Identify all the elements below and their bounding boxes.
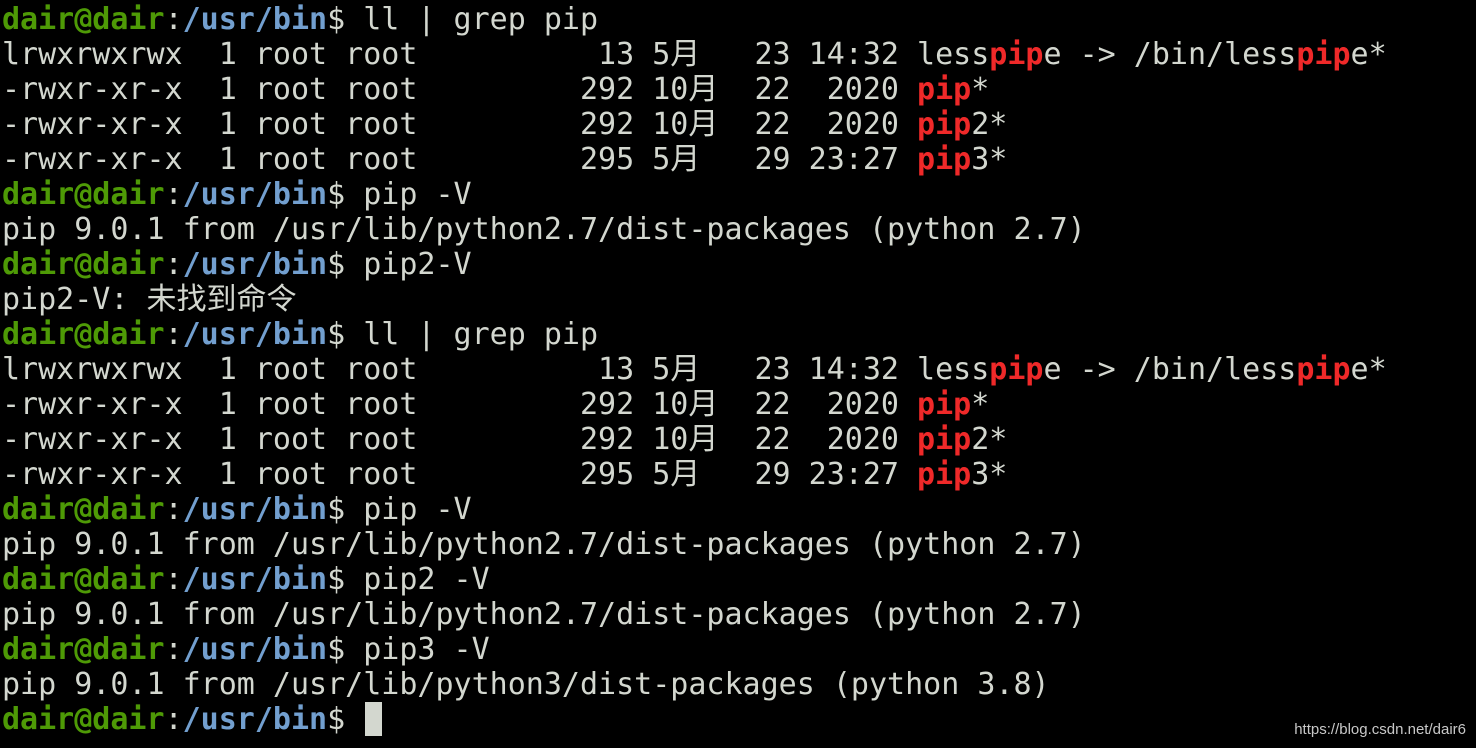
prompt-user-host: dair@dair (2, 247, 165, 282)
command-text: ll | grep pip (363, 2, 599, 37)
prompt-colon: : (164, 632, 183, 667)
output-text: e -> /bin/less (1043, 352, 1297, 387)
prompt-line: dair@dair:/usr/bin$ pip3 -V (2, 632, 1472, 667)
output-text: * (971, 387, 990, 422)
grep-match-text: pip (989, 37, 1044, 72)
prompt-dollar: $ (327, 317, 364, 352)
command-text: pip -V (363, 492, 472, 527)
output-text: pip2-V: 未找到命令 (2, 282, 297, 317)
output-text: e -> /bin/less (1043, 37, 1297, 72)
prompt-dollar: $ (327, 632, 364, 667)
command-text: ll | grep pip (363, 317, 599, 352)
command-text: pip2-V (363, 247, 472, 282)
prompt-line: dair@dair:/usr/bin$ pip -V (2, 177, 1472, 212)
prompt-line: dair@dair:/usr/bin$ (2, 702, 1472, 737)
watermark-url: https://blog.csdn.net/dair6 (1294, 721, 1466, 738)
prompt-dollar: $ (327, 702, 364, 737)
output-text: pip 9.0.1 from /usr/lib/python3/dist-pac… (2, 667, 1050, 702)
output-text: e* (1350, 352, 1387, 387)
output-text: pip 9.0.1 from /usr/lib/python2.7/dist-p… (2, 527, 1086, 562)
output-line: -rwxr-xr-x 1 root root 292 10月 22 2020 p… (2, 387, 1472, 422)
prompt-colon: : (164, 2, 183, 37)
grep-match-text: pip (1296, 352, 1351, 387)
output-text: -rwxr-xr-x 1 root root 292 10月 22 2020 (2, 72, 918, 107)
output-line: -rwxr-xr-x 1 root root 292 10月 22 2020 p… (2, 422, 1472, 457)
terminal-window[interactable]: dair@dair:/usr/bin$ ll | grep pip lrwxrwx… (2, 2, 1472, 746)
grep-match-text: pip (917, 387, 972, 422)
prompt-user-host: dair@dair (2, 702, 165, 737)
output-text: pip 9.0.1 from /usr/lib/python2.7/dist-p… (2, 597, 1086, 632)
prompt-line: dair@dair:/usr/bin$ pip2-V (2, 247, 1472, 282)
prompt-dollar: $ (327, 2, 364, 37)
output-text: -rwxr-xr-x 1 root root 295 5月 29 23:27 (2, 142, 918, 177)
prompt-colon: : (164, 702, 183, 737)
output-line: pip 9.0.1 from /usr/lib/python3/dist-pac… (2, 667, 1472, 702)
grep-match-text: pip (917, 142, 972, 177)
command-text: pip -V (363, 177, 472, 212)
command-text: pip3 -V (363, 632, 490, 667)
prompt-path: /usr/bin (182, 247, 328, 282)
output-line: pip 9.0.1 from /usr/lib/python2.7/dist-p… (2, 527, 1472, 562)
prompt-user-host: dair@dair (2, 492, 165, 527)
output-line: pip 9.0.1 from /usr/lib/python2.7/dist-p… (2, 597, 1472, 632)
output-text: e* (1350, 37, 1387, 72)
prompt-path: /usr/bin (182, 2, 328, 37)
output-line: -rwxr-xr-x 1 root root 292 10月 22 2020 p… (2, 107, 1472, 142)
grep-match-text: pip (989, 352, 1044, 387)
prompt-path: /usr/bin (182, 702, 328, 737)
prompt-user-host: dair@dair (2, 562, 165, 597)
grep-match-text: pip (917, 107, 972, 142)
prompt-line: dair@dair:/usr/bin$ ll | grep pip (2, 317, 1472, 352)
prompt-colon: : (164, 177, 183, 212)
output-text: pip 9.0.1 from /usr/lib/python2.7/dist-p… (2, 212, 1086, 247)
prompt-colon: : (164, 562, 183, 597)
output-text: lrwxrwxrwx 1 root root 13 5月 23 14:32 le… (2, 37, 990, 72)
output-text: 2* (971, 107, 1008, 142)
prompt-path: /usr/bin (182, 317, 328, 352)
prompt-user-host: dair@dair (2, 2, 165, 37)
output-line: -rwxr-xr-x 1 root root 292 10月 22 2020 p… (2, 72, 1472, 107)
output-text: -rwxr-xr-x 1 root root 292 10月 22 2020 (2, 107, 918, 142)
output-text: * (971, 72, 990, 107)
output-text: 3* (971, 142, 1008, 177)
prompt-dollar: $ (327, 492, 364, 527)
prompt-dollar: $ (327, 177, 364, 212)
prompt-user-host: dair@dair (2, 632, 165, 667)
output-text: 2* (971, 422, 1008, 457)
text-cursor[interactable] (365, 702, 383, 736)
prompt-dollar: $ (327, 247, 364, 282)
output-text: -rwxr-xr-x 1 root root 295 5月 29 23:27 (2, 457, 918, 492)
prompt-path: /usr/bin (182, 632, 328, 667)
prompt-colon: : (164, 317, 183, 352)
prompt-colon: : (164, 247, 183, 282)
prompt-line: dair@dair:/usr/bin$ ll | grep pip (2, 2, 1472, 37)
grep-match-text: pip (917, 457, 972, 492)
prompt-line: dair@dair:/usr/bin$ pip2 -V (2, 562, 1472, 597)
prompt-user-host: dair@dair (2, 177, 165, 212)
output-line: lrwxrwxrwx 1 root root 13 5月 23 14:32 le… (2, 37, 1472, 72)
output-line: lrwxrwxrwx 1 root root 13 5月 23 14:32 le… (2, 352, 1472, 387)
output-line: -rwxr-xr-x 1 root root 295 5月 29 23:27 p… (2, 142, 1472, 177)
prompt-line: dair@dair:/usr/bin$ pip -V (2, 492, 1472, 527)
prompt-dollar: $ (327, 562, 364, 597)
grep-match-text: pip (1296, 37, 1351, 72)
grep-match-text: pip (917, 72, 972, 107)
prompt-colon: : (164, 492, 183, 527)
command-text: pip2 -V (363, 562, 490, 597)
output-text: -rwxr-xr-x 1 root root 292 10月 22 2020 (2, 422, 918, 457)
prompt-user-host: dair@dair (2, 317, 165, 352)
output-line: pip 9.0.1 from /usr/lib/python2.7/dist-p… (2, 212, 1472, 247)
prompt-path: /usr/bin (182, 562, 328, 597)
prompt-path: /usr/bin (182, 177, 328, 212)
output-text: 3* (971, 457, 1008, 492)
output-text: lrwxrwxrwx 1 root root 13 5月 23 14:32 le… (2, 352, 990, 387)
output-text: -rwxr-xr-x 1 root root 292 10月 22 2020 (2, 387, 918, 422)
output-line: pip2-V: 未找到命令 (2, 282, 1472, 317)
output-line: -rwxr-xr-x 1 root root 295 5月 29 23:27 p… (2, 457, 1472, 492)
grep-match-text: pip (917, 422, 972, 457)
prompt-path: /usr/bin (182, 492, 328, 527)
